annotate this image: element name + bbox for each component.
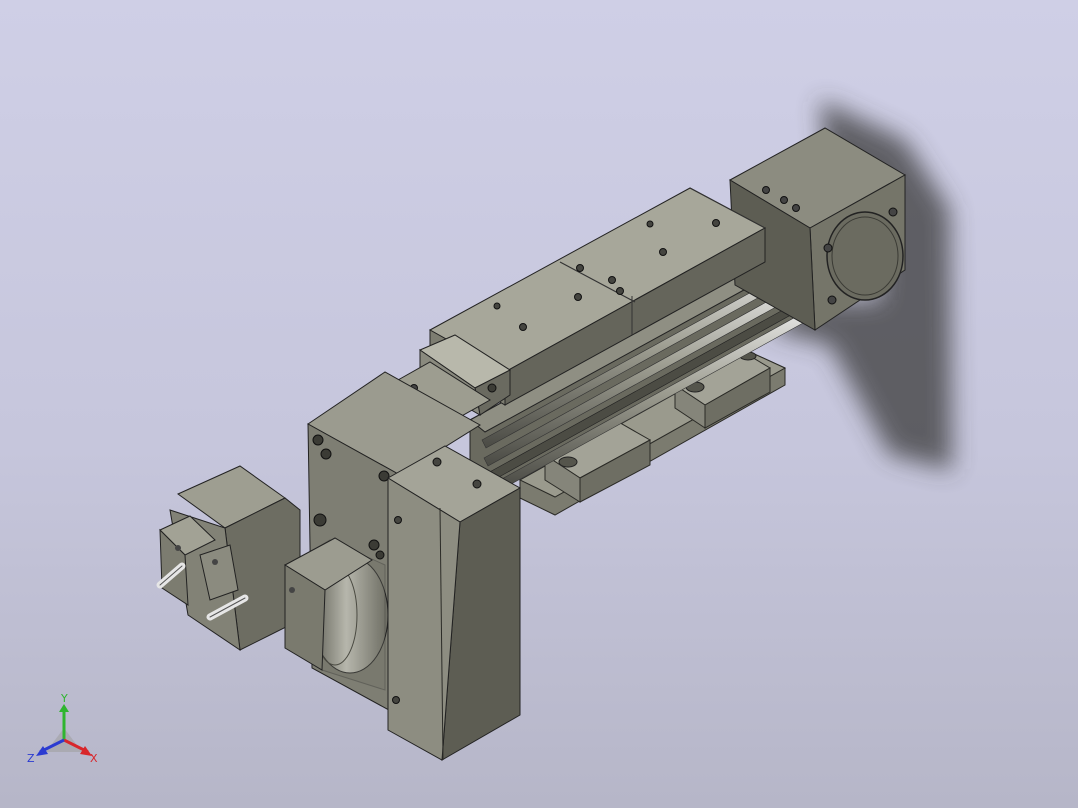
- front-plate: [387, 445, 522, 761]
- axis-triad[interactable]: Y X Z: [22, 692, 106, 772]
- z-axis-label: Z: [27, 752, 35, 765]
- 3d-model-render[interactable]: [0, 0, 1078, 808]
- y-axis-head: [59, 704, 69, 712]
- cad-viewport[interactable]: Y X Z: [0, 0, 1078, 808]
- y-axis-label: Y: [60, 692, 68, 705]
- x-axis-label: X: [90, 752, 98, 765]
